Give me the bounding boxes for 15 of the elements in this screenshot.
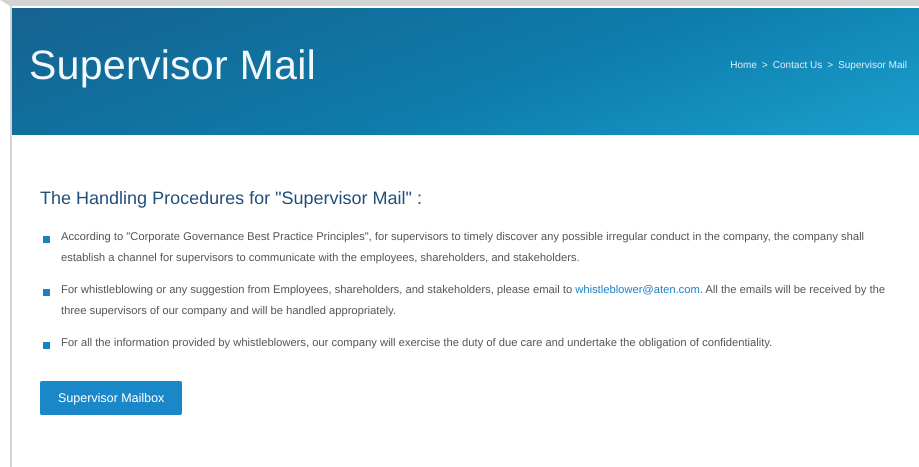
- paragraph: For whistleblowing or any suggestion from Employees, shareholders, and stakeholders, please email to whistleblower@aten.com. All the emails will be received by the three supervisors of our company and will be handled appropriately.: [61, 283, 886, 319]
- breadcrumb-separator: >: [827, 60, 834, 71]
- breadcrumb-link[interactable]: Home: [730, 60, 757, 71]
- breadcrumb-link[interactable]: Supervisor Mail: [838, 60, 907, 71]
- paragraph: According to "Corporate Governance Best Practice Principles", for supervisors to timely discover any possible irregular conduct in the company, the company shall establish a channel for supervisors to communicate with the employees, shareholders, and stakeholders.: [61, 230, 866, 266]
- paragraph: For all the information provided by whistleblowers, our company will exercise the duty of due care and undertake the obligation of confidentiality.: [61, 336, 772, 351]
- section-heading: The Handling Procedures for "Supervisor Mail" :: [40, 188, 423, 209]
- page-title: Supervisor Mail: [29, 42, 316, 89]
- breadcrumb-separator: >: [762, 60, 768, 71]
- square-bullet-icon: [43, 342, 50, 349]
- square-bullet-icon: [43, 236, 50, 243]
- breadcrumb-link[interactable]: Contact Us: [772, 60, 822, 71]
- email-link[interactable]: whistleblower@aten.com: [575, 284, 700, 296]
- square-bullet-icon: [43, 289, 50, 296]
- mailbox-button[interactable]: Supervisor Mailbox: [40, 381, 182, 415]
